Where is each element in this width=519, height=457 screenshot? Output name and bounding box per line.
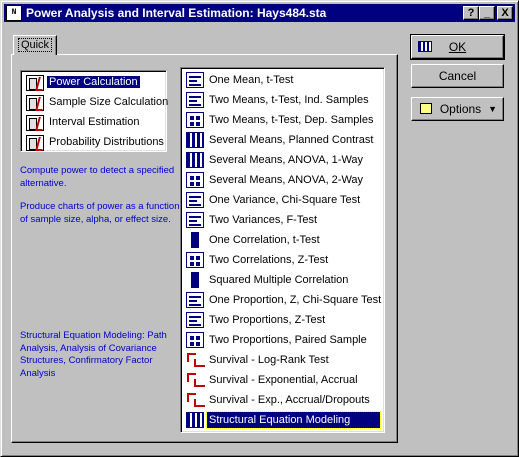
test-list[interactable]: One Mean, t-Test Two Means, t-Test, Ind. …	[180, 67, 385, 433]
options-button[interactable]: Options ▼	[411, 97, 504, 121]
test-type-icon	[186, 312, 204, 328]
distribution-icon	[26, 135, 44, 151]
power-chart-icon	[26, 75, 44, 91]
dropdown-arrow-icon: ▼	[488, 104, 497, 114]
ok-button-label: OK	[448, 40, 467, 54]
test-list-item-label: Structural Equation Modeling	[206, 411, 381, 429]
test-type-icon	[186, 112, 204, 128]
test-list-item[interactable]: Two Variances, F-Test	[183, 210, 382, 230]
test-type-icon	[186, 272, 204, 288]
test-list-item-label: Two Proportions, Paired Sample	[209, 334, 367, 346]
test-list-item-label: Two Correlations, Z-Test	[209, 254, 329, 266]
test-type-icon	[186, 192, 204, 208]
test-list-item-label: One Mean, t-Test	[209, 74, 294, 86]
list-item-label: Sample Size Calculation	[49, 96, 169, 108]
sample-size-icon	[26, 95, 44, 111]
list-item-label: Power Calculation	[46, 75, 141, 89]
test-type-icon	[186, 152, 204, 168]
test-type-icon	[186, 172, 204, 188]
description-compute-power: Compute power to detect a specified alte…	[20, 165, 175, 189]
test-list-item[interactable]: Squared Multiple Correlation	[183, 270, 382, 290]
tab-quick-label: Quick	[17, 38, 53, 52]
options-button-label: Options	[439, 102, 482, 116]
test-list-item-label: Two Proportions, Z-Test	[209, 314, 326, 326]
test-list-item[interactable]: Survival - Exp., Accrual/Dropouts	[183, 390, 382, 410]
test-list-item[interactable]: Two Means, t-Test, Dep. Samples	[183, 110, 382, 130]
test-list-item-label: Survival - Exponential, Accrual	[209, 374, 358, 386]
test-type-icon	[186, 72, 204, 88]
survival-curve-icon	[186, 392, 205, 408]
test-list-item-label: Two Means, t-Test, Ind. Samples	[209, 94, 369, 106]
test-type-icon	[186, 212, 204, 228]
test-list-item[interactable]: Survival - Log-Rank Test	[183, 350, 382, 370]
test-list-item[interactable]: Two Proportions, Z-Test	[183, 310, 382, 330]
test-type-icon	[186, 292, 204, 308]
list-item-probability-distributions[interactable]: Probability Distributions	[23, 133, 164, 153]
app-icon: N	[6, 5, 22, 21]
close-button[interactable]: X	[497, 6, 513, 20]
test-type-icon	[186, 412, 204, 428]
list-item-sample-size[interactable]: Sample Size Calculation	[23, 93, 168, 113]
analysis-type-list[interactable]: Power Calculation Sample Size Calculatio…	[20, 70, 168, 153]
title-bar[interactable]: N Power Analysis and Interval Estimation…	[4, 4, 515, 22]
minimize-button[interactable]: _	[479, 6, 495, 20]
test-list-item[interactable]: One Correlation, t-Test	[183, 230, 382, 250]
test-list-item[interactable]: Several Means, ANOVA, 1-Way	[183, 150, 382, 170]
options-icon	[420, 103, 432, 114]
test-list-item-label: One Proportion, Z, Chi-Square Test	[209, 294, 382, 306]
test-list-item-label: One Variance, Chi-Square Test	[209, 194, 361, 206]
tab-quick[interactable]: Quick	[13, 35, 57, 55]
cancel-button[interactable]: Cancel	[411, 64, 504, 88]
test-type-icon	[186, 232, 204, 248]
test-type-icon	[186, 252, 204, 268]
test-list-item[interactable]: One Mean, t-Test	[183, 70, 382, 90]
test-list-item[interactable]: Survival - Exponential, Accrual	[183, 370, 382, 390]
test-list-item[interactable]: Two Correlations, Z-Test	[183, 250, 382, 270]
cancel-button-label: Cancel	[438, 69, 477, 83]
window-title: Power Analysis and Interval Estimation: …	[26, 6, 327, 20]
test-list-item[interactable]: Two Proportions, Paired Sample	[183, 330, 382, 350]
test-list-item[interactable]: Several Means, Planned Contrast	[183, 130, 382, 150]
test-list-item-label: Two Variances, F-Test	[209, 214, 317, 226]
test-list-item-label: Squared Multiple Correlation	[209, 274, 349, 286]
survival-curve-icon	[186, 352, 205, 368]
test-list-item[interactable]: Two Means, t-Test, Ind. Samples	[183, 90, 382, 110]
test-list-item-label: Several Means, ANOVA, 1-Way	[209, 154, 364, 166]
test-list-item-label: Survival - Exp., Accrual/Dropouts	[209, 394, 370, 406]
test-list-item-label: Survival - Log-Rank Test	[209, 354, 329, 366]
test-list-item[interactable]: Structural Equation Modeling	[183, 410, 382, 430]
test-list-item[interactable]: One Proportion, Z, Chi-Square Test	[183, 290, 382, 310]
test-type-icon	[186, 132, 204, 148]
survival-curve-icon	[186, 372, 205, 388]
list-item-interval-estimation[interactable]: Interval Estimation	[23, 113, 164, 133]
help-button[interactable]: ?	[463, 6, 479, 20]
ok-icon	[418, 41, 432, 52]
description-selected-test: Structural Equation Modeling: Path Analy…	[20, 330, 167, 379]
test-list-item-label: Two Means, t-Test, Dep. Samples	[209, 114, 374, 126]
test-list-item-label: Several Means, ANOVA, 2-Way	[209, 174, 364, 186]
list-item-power-calculation[interactable]: Power Calculation	[23, 73, 164, 93]
test-list-item-label: One Correlation, t-Test	[209, 234, 320, 246]
test-list-item[interactable]: Several Means, ANOVA, 2-Way	[183, 170, 382, 190]
test-list-item[interactable]: One Variance, Chi-Square Test	[183, 190, 382, 210]
ok-button[interactable]: OK	[410, 34, 505, 60]
list-item-label: Probability Distributions	[49, 136, 164, 148]
test-type-icon	[186, 332, 204, 348]
test-type-icon	[186, 92, 204, 108]
test-list-item-label: Several Means, Planned Contrast	[209, 134, 374, 146]
interval-icon	[26, 115, 44, 131]
dialog-window: N Power Analysis and Interval Estimation…	[0, 0, 519, 457]
list-item-label: Interval Estimation	[49, 116, 140, 128]
description-charts: Produce charts of power as a function of…	[20, 201, 180, 225]
